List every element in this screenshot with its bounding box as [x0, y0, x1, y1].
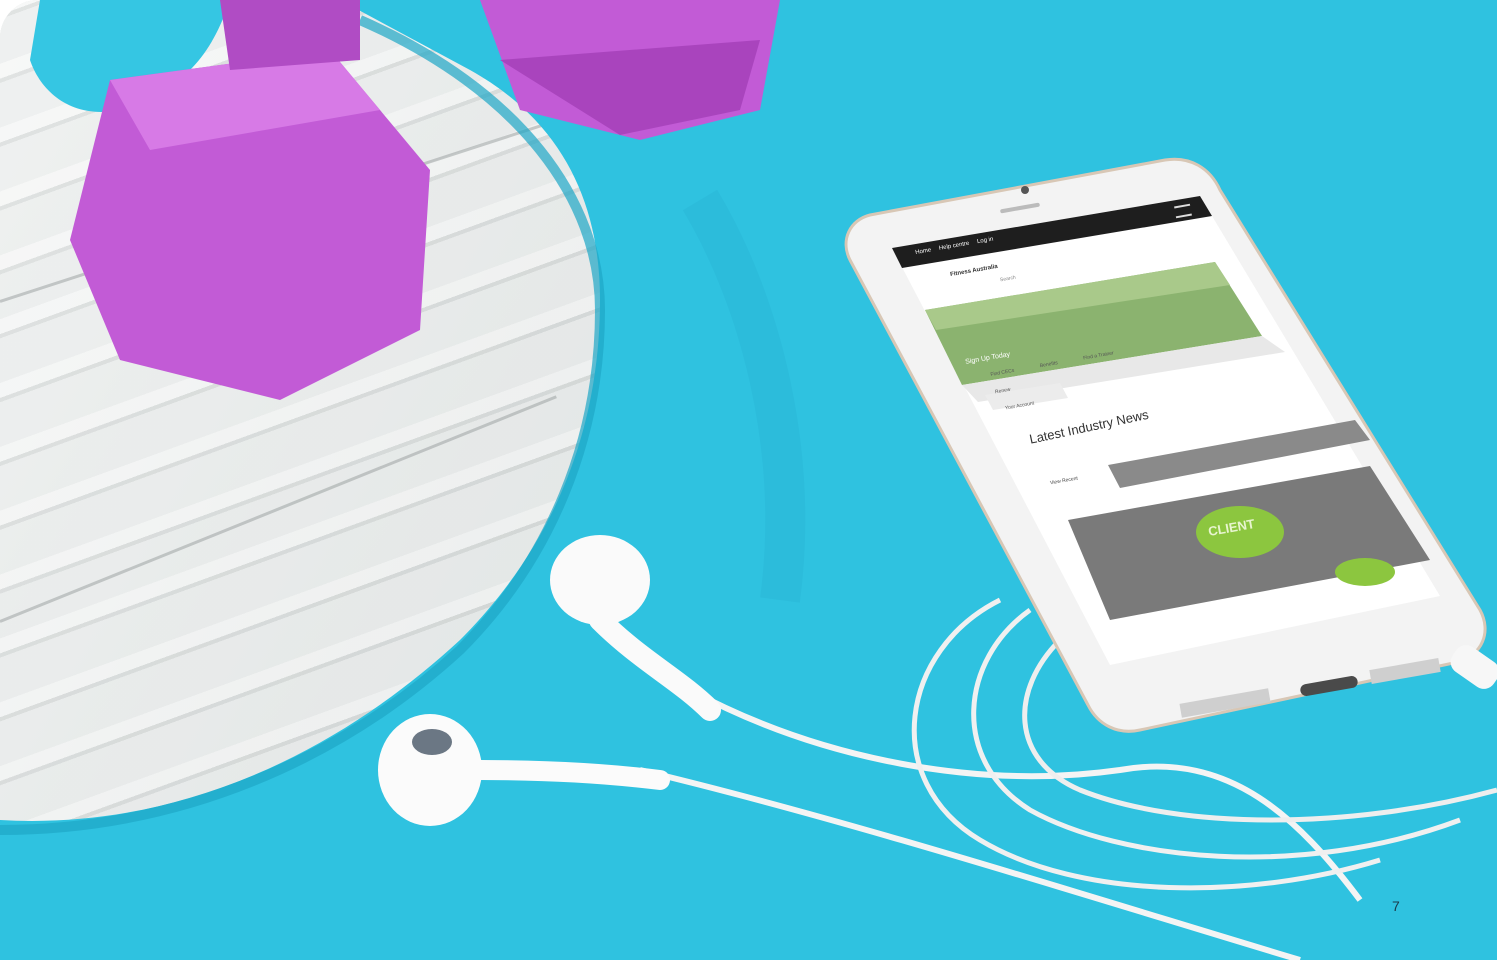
page-number: 7: [1392, 898, 1400, 914]
photo: Home Help centre Log in Fitness Australi…: [0, 0, 1497, 960]
scene-svg: [0, 0, 1497, 960]
